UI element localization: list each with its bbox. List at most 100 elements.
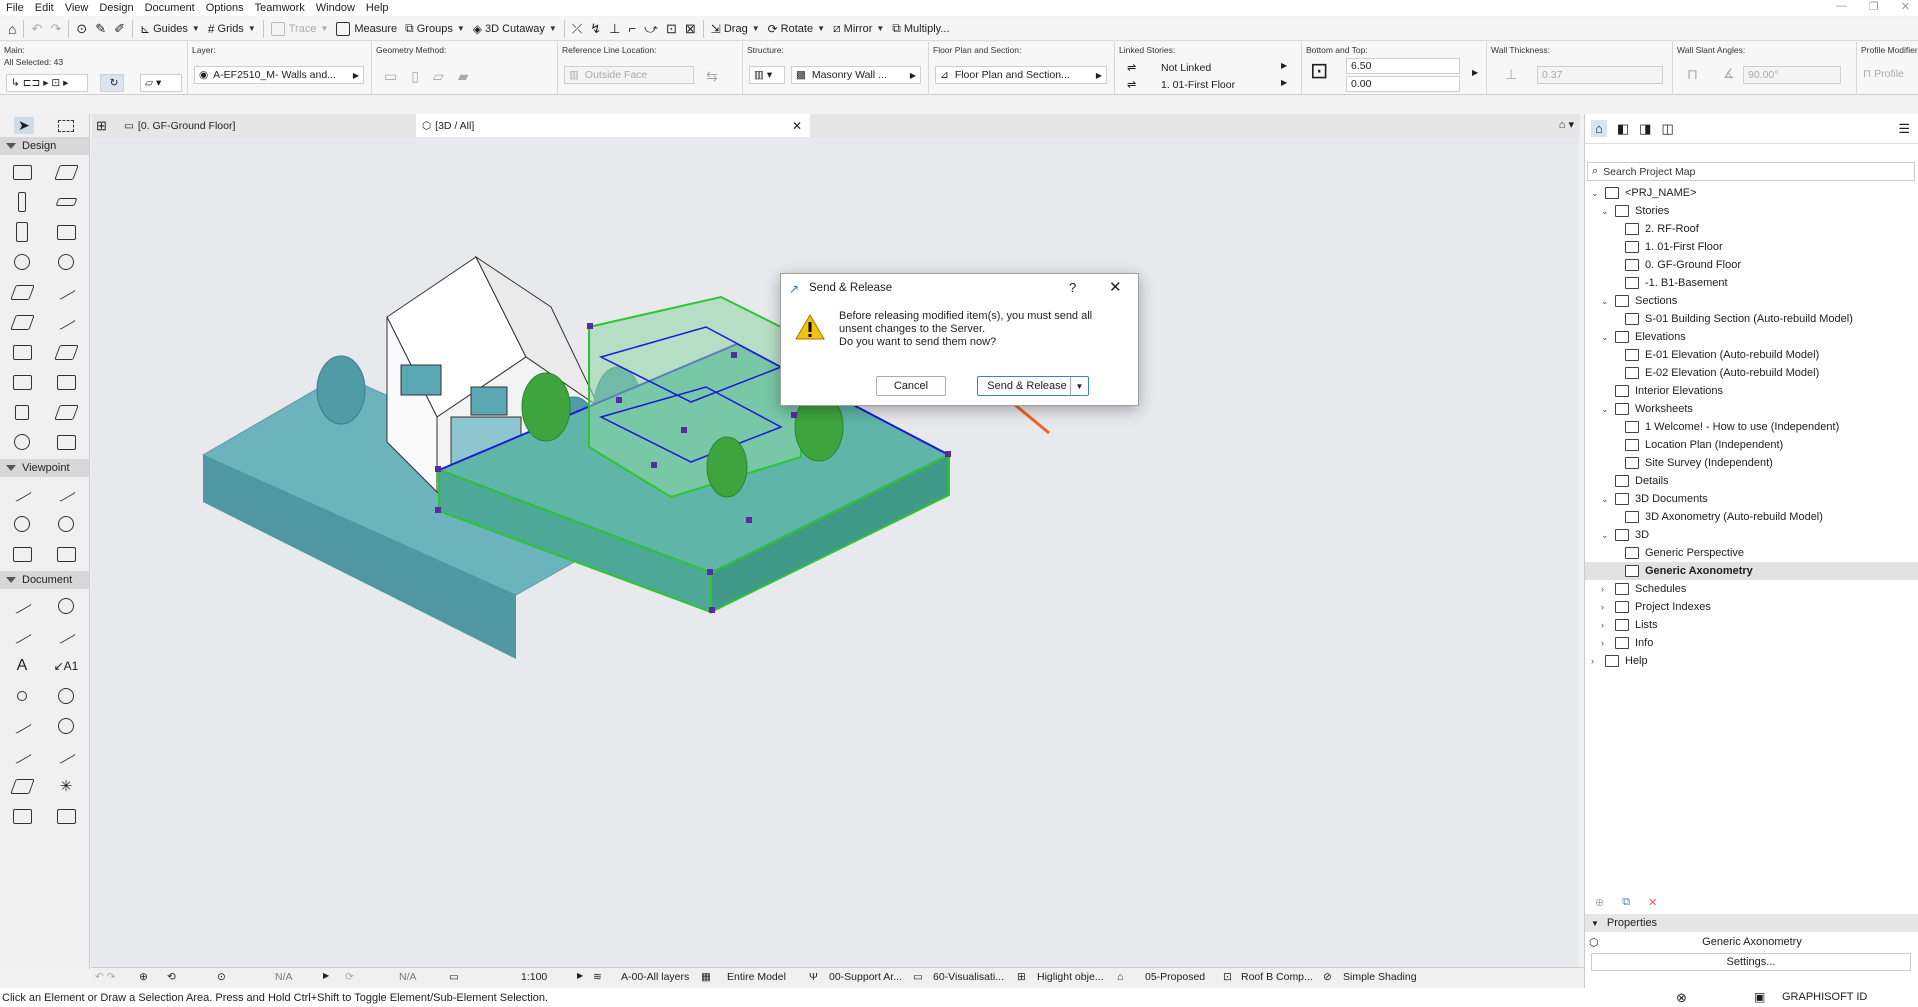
label-tool-icon[interactable]: ↙A1 bbox=[44, 651, 88, 681]
hatch-tool-icon[interactable] bbox=[0, 771, 44, 801]
undo-button[interactable]: ↶ bbox=[27, 18, 46, 40]
railing-tool-icon[interactable] bbox=[44, 307, 88, 337]
door-tool-icon[interactable] bbox=[0, 217, 44, 247]
menu-item-edit[interactable]: Edit bbox=[35, 2, 54, 14]
fill-tool-icon[interactable] bbox=[44, 681, 88, 711]
groups-button[interactable]: ⧉ Groups ▼ bbox=[401, 18, 469, 40]
geometry-method-icons[interactable]: ▭▯▱▰ bbox=[384, 68, 482, 85]
lamp-tool-icon[interactable] bbox=[44, 247, 88, 277]
circle-tool-icon[interactable] bbox=[44, 711, 88, 741]
change-tool-icon[interactable] bbox=[44, 539, 88, 569]
drawing-tool-icon[interactable] bbox=[44, 801, 88, 831]
reference-line-select[interactable]: ▥ Outside Face bbox=[564, 66, 694, 84]
project-map-icon[interactable]: ⌂ bbox=[1591, 120, 1607, 137]
project-map-item[interactable]: 1. 01-First Floor bbox=[1585, 238, 1918, 256]
publisher-sets-icon[interactable]: ◫ bbox=[1661, 121, 1673, 137]
minimize-icon[interactable]: — bbox=[1836, 0, 1847, 13]
column-tool-icon[interactable] bbox=[0, 187, 44, 217]
menu-item-document[interactable]: Document bbox=[145, 2, 195, 14]
split-icon[interactable]: ⤫ bbox=[568, 18, 586, 40]
polyline-tool-icon[interactable] bbox=[0, 741, 44, 771]
model-view-select[interactable]: 60-Visualisati... bbox=[933, 971, 1004, 983]
project-map-item[interactable]: -1. B1-Basement bbox=[1585, 274, 1918, 292]
close-window-icon[interactable]: ✕ bbox=[1901, 0, 1910, 13]
measure-button[interactable]: Measure bbox=[332, 18, 401, 40]
elevation-tool-icon[interactable] bbox=[44, 479, 88, 509]
chevron-icon[interactable]: › bbox=[1601, 620, 1611, 630]
send-release-button[interactable]: Send & Release ▼ bbox=[977, 376, 1089, 396]
viewpoint-section-header[interactable]: Viewpoint bbox=[0, 459, 89, 477]
chevron-icon[interactable]: ⌄ bbox=[1601, 296, 1611, 307]
project-map-item[interactable]: › Info bbox=[1585, 634, 1918, 652]
section-tool-icon[interactable] bbox=[0, 479, 44, 509]
cutaway-button[interactable]: ◈ 3D Cutaway ▼ bbox=[469, 18, 561, 40]
bottom-height-input[interactable]: 0.00 bbox=[1346, 76, 1460, 92]
menu-item-design[interactable]: Design bbox=[99, 2, 133, 14]
slant-angle-input[interactable]: 90.00° bbox=[1743, 66, 1841, 84]
chevron-icon[interactable]: ⌄ bbox=[1601, 404, 1611, 415]
chevron-icon[interactable]: ⌄ bbox=[1601, 530, 1611, 541]
level-dimension-tool-icon[interactable] bbox=[44, 591, 88, 621]
height-arrow[interactable]: ▶ bbox=[1472, 68, 1478, 77]
3d-viewport[interactable] bbox=[91, 137, 1579, 969]
scale-select[interactable]: 1:100 bbox=[521, 971, 547, 983]
menu-item-options[interactable]: Options bbox=[206, 2, 244, 14]
arrow-tool-icon[interactable]: ➤ bbox=[14, 117, 34, 134]
project-map-item[interactable]: › Schedules bbox=[1585, 580, 1918, 598]
beam-column-tool-icon[interactable] bbox=[0, 427, 44, 457]
zone-tool-icon[interactable] bbox=[0, 367, 44, 397]
adjust-icon[interactable]: ↯ bbox=[586, 18, 605, 40]
tab-overview-icon[interactable]: ⊞ bbox=[96, 118, 107, 134]
window-tool-icon[interactable] bbox=[44, 217, 88, 247]
bottom-link-arrow[interactable]: ▶ bbox=[1281, 78, 1287, 87]
fillet-icon[interactable]: ⌐ bbox=[624, 18, 640, 40]
spline-tool-icon[interactable] bbox=[44, 741, 88, 771]
view-map-icon[interactable]: ◧ bbox=[1617, 121, 1629, 137]
tab-3d-all[interactable]: ⬡ [3D / All] ✕ bbox=[416, 114, 810, 137]
menu-item-file[interactable]: File bbox=[6, 2, 24, 14]
orbit-icon[interactable]: ⟲ bbox=[167, 971, 176, 983]
menu-item-teamwork[interactable]: Teamwork bbox=[255, 2, 305, 14]
tab-ground-floor[interactable]: ▭ [0. GF-Ground Floor] bbox=[118, 114, 436, 137]
chevron-icon[interactable]: › bbox=[1601, 638, 1611, 648]
clone-icon[interactable]: ⧉ bbox=[1622, 896, 1630, 909]
interior-elevation-tool-icon[interactable] bbox=[0, 509, 44, 539]
home-button[interactable]: ⌂ bbox=[4, 18, 20, 40]
menu-item-help[interactable]: Help bbox=[366, 2, 389, 14]
cancel-button[interactable]: Cancel bbox=[876, 376, 946, 396]
object-tool-icon[interactable] bbox=[0, 247, 44, 277]
syringe-icon[interactable]: ✐ bbox=[110, 18, 129, 40]
stair-tool-icon[interactable] bbox=[0, 307, 44, 337]
project-map-item[interactable]: S-01 Building Section (Auto-rebuild Mode… bbox=[1585, 310, 1918, 328]
mesh-tool-icon[interactable] bbox=[44, 397, 88, 427]
worksheet-tool-icon[interactable] bbox=[44, 509, 88, 539]
graphisoft-id[interactable]: GRAPHISOFT ID bbox=[1782, 991, 1867, 1003]
project-map-item[interactable]: E-02 Elevation (Auto-rebuild Model) bbox=[1585, 364, 1918, 382]
graphic-override-select[interactable]: Higlight obje... bbox=[1037, 971, 1104, 983]
zoom-icon[interactable]: ⊕ bbox=[139, 971, 148, 983]
profile-select[interactable]: ⊓ Profile bbox=[1863, 68, 1904, 80]
morph-tool-icon[interactable] bbox=[44, 337, 88, 367]
pen-set-select[interactable]: 00-Support Ar... bbox=[829, 971, 902, 983]
project-map-item[interactable]: E-01 Elevation (Auto-rebuild Model) bbox=[1585, 346, 1918, 364]
skylight-tool-icon[interactable] bbox=[0, 397, 44, 427]
chevron-icon[interactable]: › bbox=[1591, 656, 1601, 666]
shell-tool-icon[interactable] bbox=[44, 277, 88, 307]
pick-up-icon[interactable]: ⊙ bbox=[72, 18, 91, 40]
chevron-icon[interactable]: ⌄ bbox=[1601, 206, 1611, 217]
layout-book-icon[interactable]: ◨ bbox=[1639, 121, 1651, 137]
properties-header[interactable]: ▼ Properties bbox=[1585, 914, 1918, 932]
chevron-icon[interactable]: › bbox=[1601, 602, 1611, 612]
magic-wand-icon[interactable]: ↻ bbox=[100, 74, 124, 92]
layer-select[interactable]: ◉ A-EF2510_M- Walls and... ▶ bbox=[194, 66, 364, 84]
3d-style-select[interactable]: Simple Shading bbox=[1343, 971, 1417, 983]
chevron-icon[interactable]: ⌄ bbox=[1591, 188, 1601, 199]
thickness-input[interactable]: 0.37 bbox=[1537, 66, 1663, 84]
line-tool-icon[interactable] bbox=[0, 711, 44, 741]
angle-dimension-tool-icon[interactable] bbox=[44, 621, 88, 651]
wall-tool-icon[interactable] bbox=[0, 157, 44, 187]
chevron-icon[interactable]: ⌄ bbox=[1601, 332, 1611, 343]
curtain-wall-tool-icon[interactable] bbox=[0, 337, 44, 367]
project-map-item[interactable]: ⌄ Sections bbox=[1585, 292, 1918, 310]
project-map-item[interactable]: Generic Axonometry bbox=[1585, 562, 1918, 580]
